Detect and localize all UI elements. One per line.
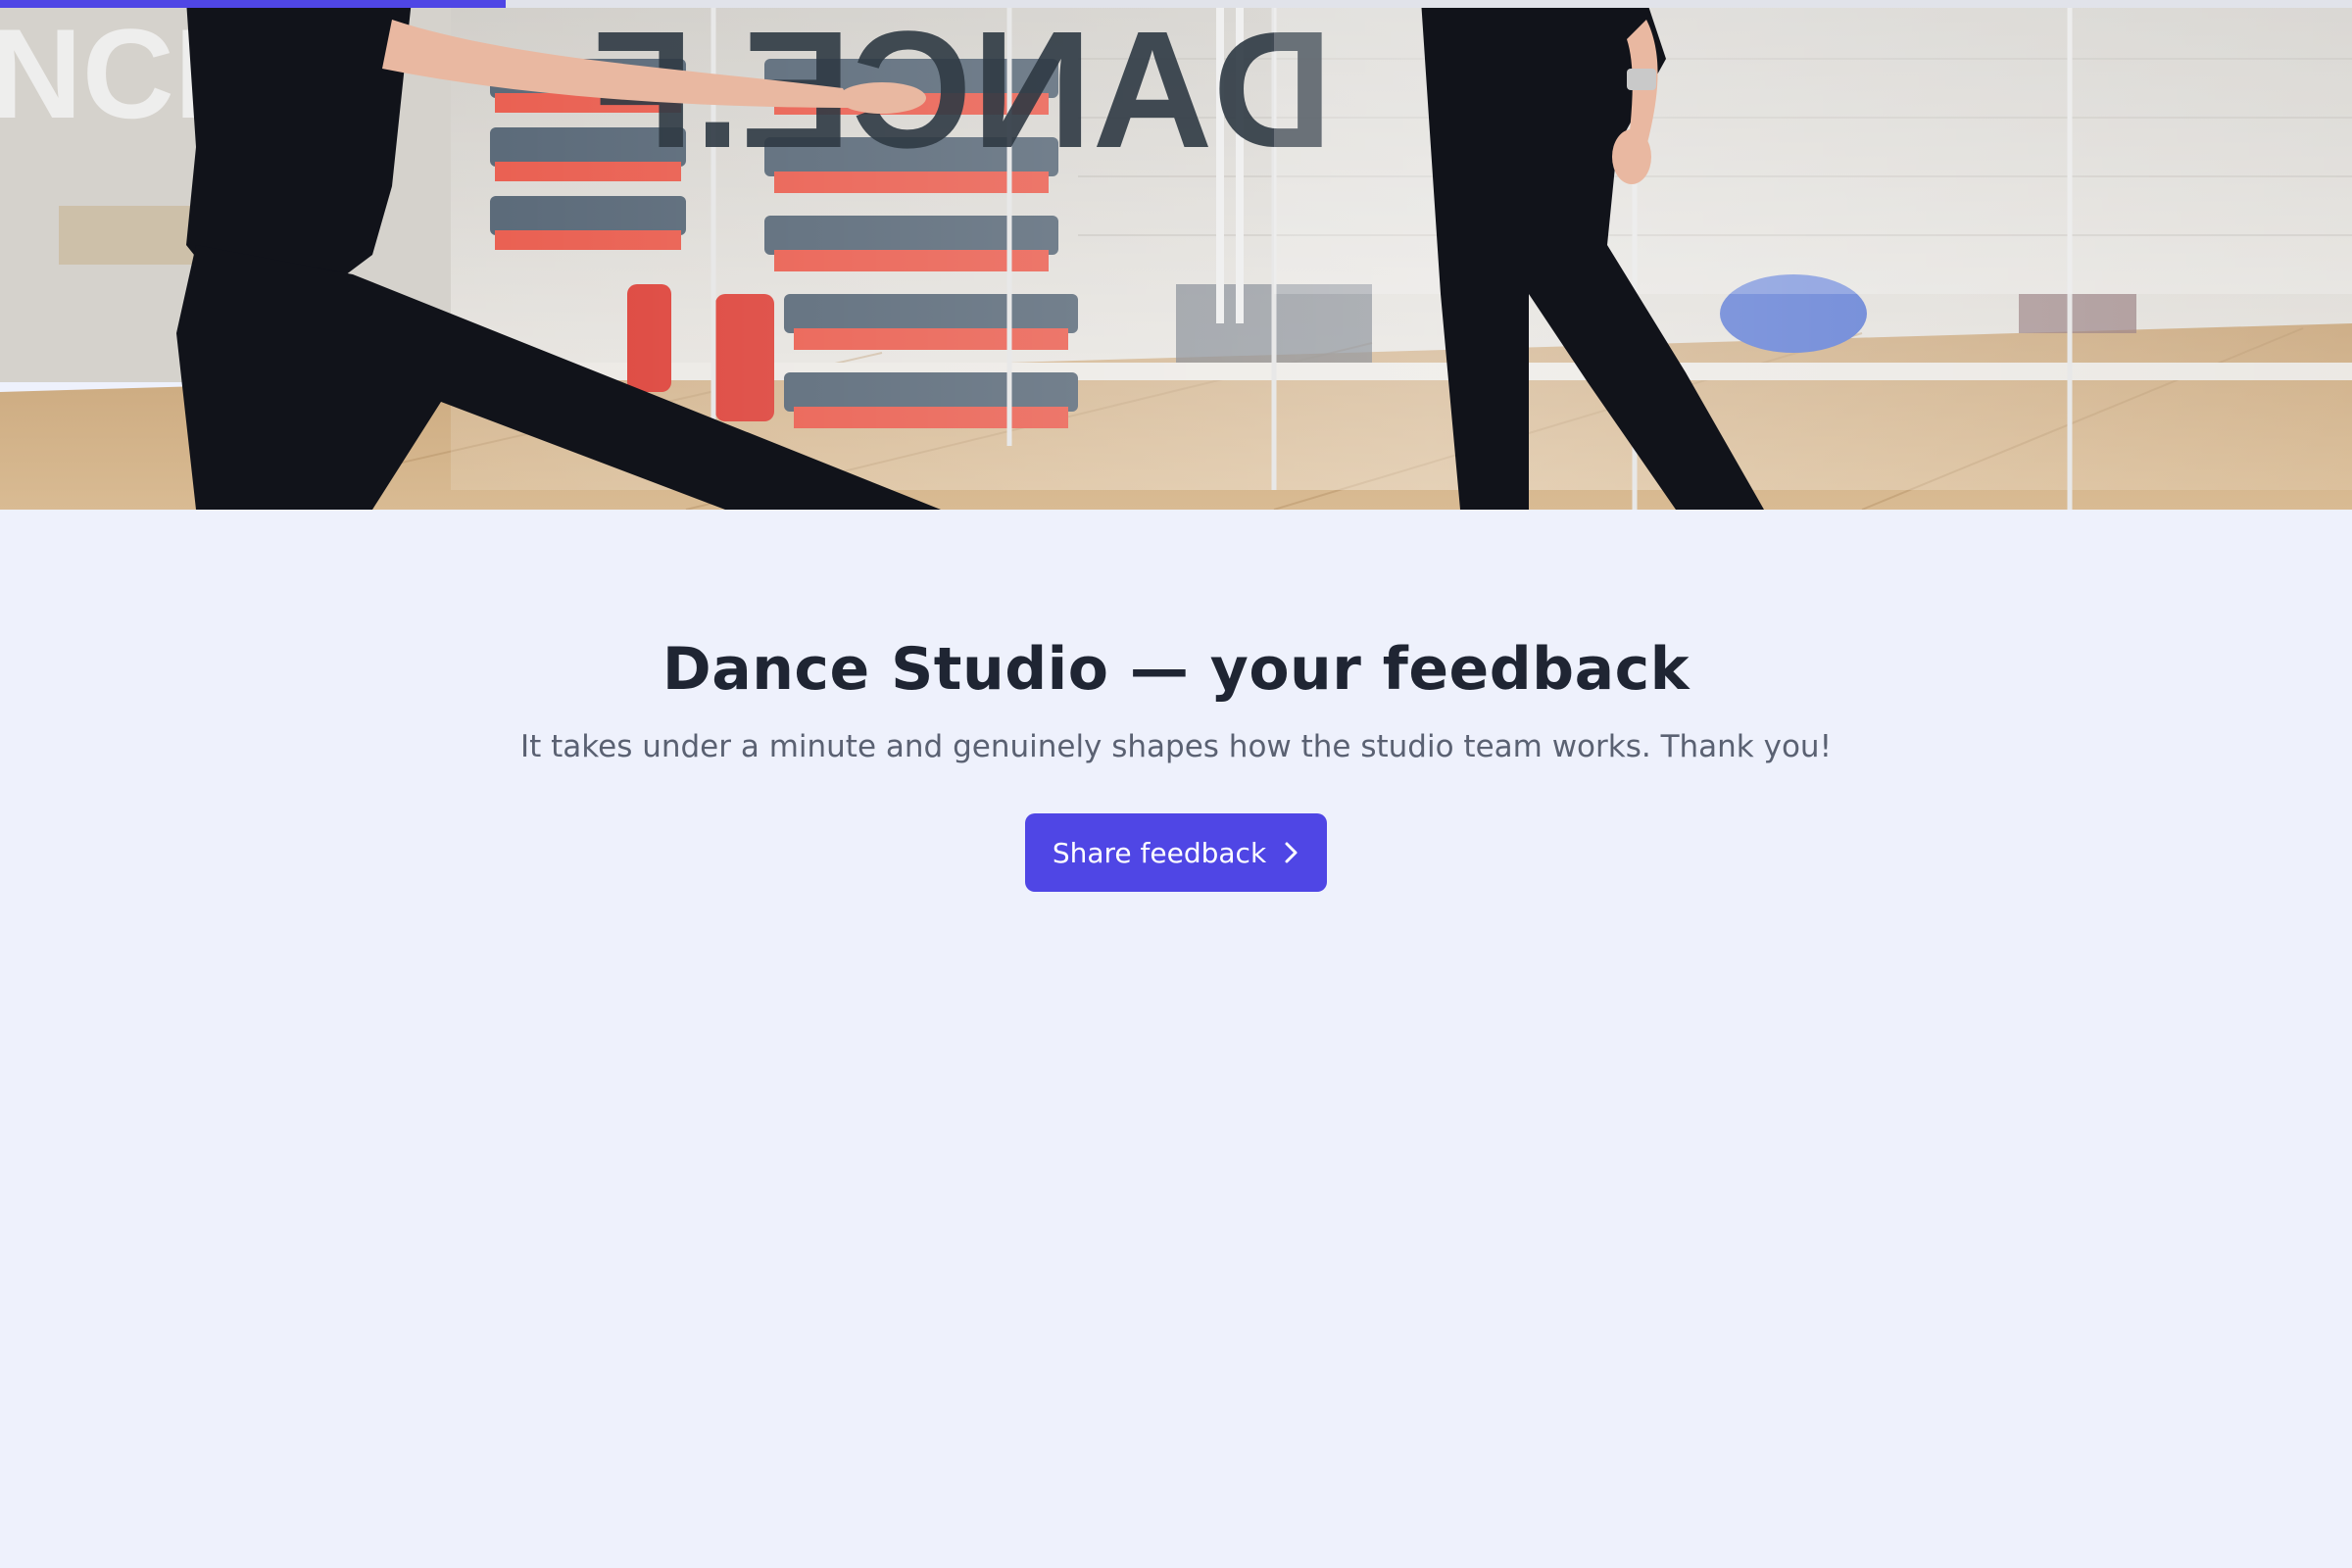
intro-section: Dance Studio — your feedback It takes un…	[0, 510, 2352, 892]
share-feedback-label: Share feedback	[1052, 836, 1267, 869]
progress-bar-fill	[0, 0, 506, 8]
page-subtitle: It takes under a minute and genuinely sh…	[519, 729, 1832, 764]
share-feedback-button[interactable]: Share feedback	[1025, 813, 1327, 892]
hero-image: NCE.F DANCE.F	[0, 0, 2352, 510]
page-title: Dance Studio — your feedback	[662, 635, 1690, 704]
progress-bar	[0, 0, 2352, 8]
chevron-right-icon	[1284, 841, 1299, 864]
